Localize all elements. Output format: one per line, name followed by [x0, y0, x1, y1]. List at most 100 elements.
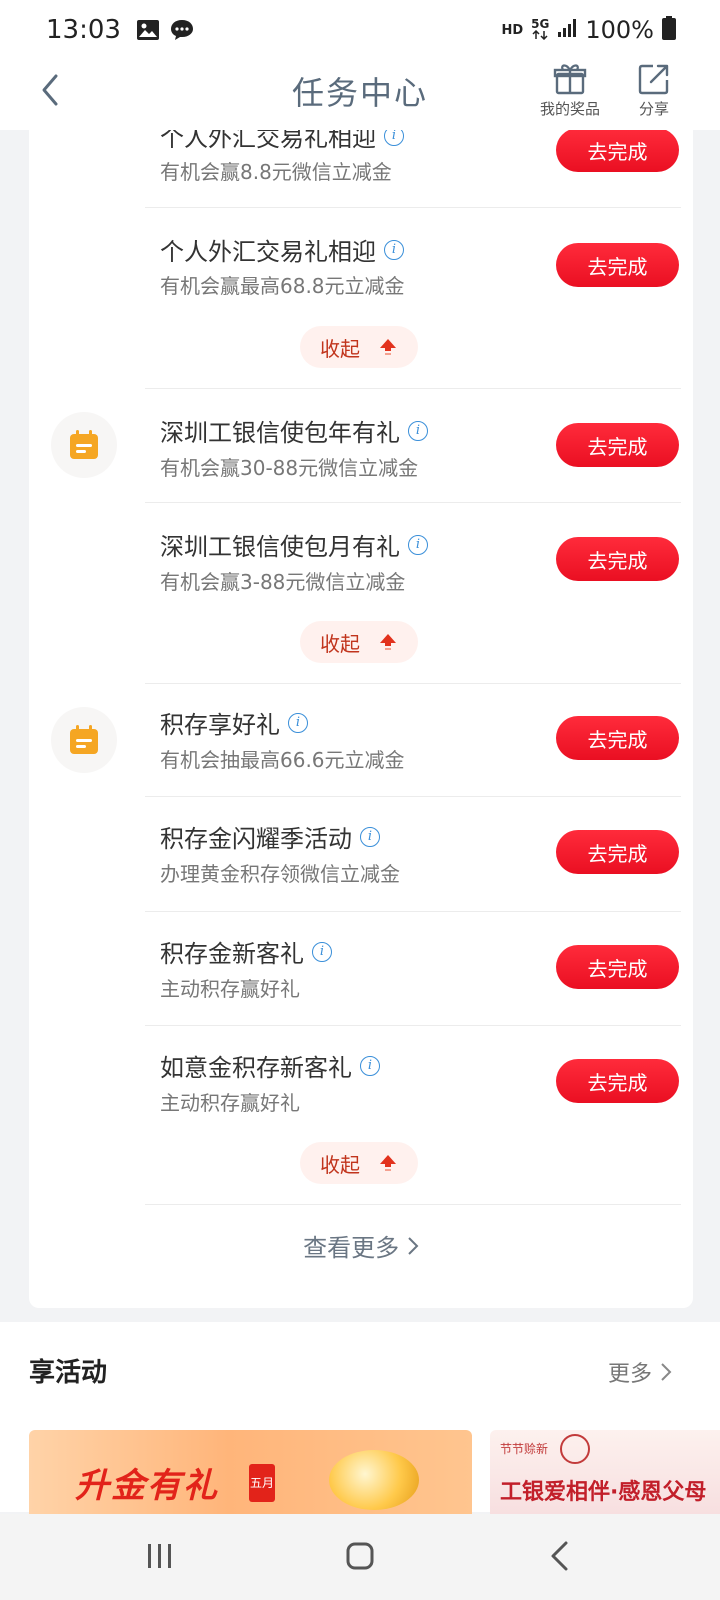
message-icon	[169, 18, 195, 42]
my-prizes-button[interactable]: 我的奖品	[530, 62, 610, 119]
page-title: 任务中心	[291, 74, 428, 112]
task-row: 个人外汇交易礼相迎 i 有机会赢8.8元微信立减金 去完成	[29, 130, 693, 208]
info-icon[interactable]: i	[408, 420, 428, 441]
info-icon[interactable]: i	[360, 826, 380, 847]
chevron-right-icon	[408, 1237, 419, 1255]
collapse-label: 收起	[320, 336, 360, 361]
collapse-button[interactable]: 收起	[300, 326, 418, 368]
task-row: 个人外汇交易礼相迎 i 有机会赢最高68.8元立减金 去完成	[29, 208, 693, 318]
banner-title: 升金有礼	[75, 1466, 219, 1506]
home-button[interactable]	[330, 1534, 390, 1578]
network-label: 5G	[531, 17, 550, 31]
task-title: 深圳工银信使包年有礼 i	[160, 413, 428, 448]
gold-coin-illustration	[329, 1450, 419, 1510]
task-title-text: 积存享好礼	[160, 711, 280, 739]
collapse-label: 收起	[320, 631, 360, 656]
task-row: 深圳工银信使包年有礼 i 有机会赢30-88元微信立减金 去完成	[29, 389, 693, 502]
activity-more-label: 更多	[607, 1362, 652, 1387]
go-complete-button[interactable]: 去完成	[556, 243, 679, 287]
anniversary-logo-icon	[560, 1434, 590, 1464]
collapse-label: 收起	[320, 1152, 360, 1177]
task-row: 深圳工银信使包月有礼 i 有机会赢3-88元微信立减金 去完成	[29, 503, 693, 616]
task-title: 个人外汇交易礼相迎 i	[160, 130, 404, 153]
banner-tag: 节节赊新	[500, 1442, 549, 1456]
gift-icon	[553, 64, 587, 95]
task-title-text: 如意金积存新客礼	[160, 1054, 352, 1082]
activity-title: 享活动	[29, 1358, 108, 1388]
status-right: HD 5G 100%	[501, 16, 676, 44]
task-subtitle: 办理黄金积存领微信立减金	[160, 862, 400, 886]
go-complete-button[interactable]: 去完成	[556, 830, 679, 874]
go-complete-button[interactable]: 去完成	[556, 537, 679, 581]
task-row: 积存金闪耀季活动 i 办理黄金积存领微信立减金 去完成	[29, 797, 693, 911]
info-icon[interactable]: i	[288, 712, 308, 733]
go-complete-button[interactable]: 去完成	[556, 945, 679, 989]
info-icon[interactable]: i	[360, 1055, 380, 1076]
signal-icon	[557, 18, 577, 42]
task-title-text: 深圳工银信使包月有礼	[160, 533, 400, 561]
task-title-text: 积存金新客礼	[160, 940, 304, 968]
gallery-icon	[135, 18, 161, 42]
info-icon[interactable]: i	[384, 130, 404, 146]
task-subtitle: 有机会抽最高66.6元立减金	[160, 748, 405, 772]
go-complete-button[interactable]: 去完成	[556, 423, 679, 467]
task-row: 积存金新客礼 i 主动积存赢好礼 去完成	[29, 912, 693, 1025]
back-arrow-icon	[551, 1541, 568, 1571]
system-nav-bar	[0, 1514, 720, 1600]
go-complete-button[interactable]: 去完成	[556, 130, 679, 172]
task-title: 个人外汇交易礼相迎 i	[160, 232, 404, 267]
recent-apps-icon	[148, 1544, 171, 1568]
arrow-up-icon	[380, 1155, 396, 1171]
banner-title: 工银爱相伴·感恩父母	[500, 1480, 707, 1505]
banner-month-tag: 五月	[249, 1464, 275, 1502]
divider	[145, 1204, 681, 1205]
info-icon[interactable]: i	[384, 239, 404, 260]
task-subtitle: 有机会赢最高68.8元立减金	[160, 274, 405, 298]
status-time: 13:03	[46, 15, 121, 45]
my-prizes-label: 我的奖品	[539, 100, 600, 118]
activity-more-link[interactable]: 更多	[608, 1356, 672, 1388]
task-title: 积存金新客礼 i	[160, 934, 332, 969]
battery-percent: 100%	[585, 16, 654, 44]
task-subtitle: 有机会赢8.8元微信立减金	[160, 160, 392, 184]
arrow-up-icon	[380, 634, 396, 650]
hd-indicator: HD	[501, 22, 524, 38]
task-title: 深圳工银信使包月有礼 i	[160, 527, 428, 562]
home-icon	[346, 1542, 374, 1570]
collapse-button[interactable]: 收起	[300, 621, 418, 663]
battery-icon	[662, 16, 676, 44]
chevron-right-icon	[661, 1363, 672, 1381]
go-complete-button[interactable]: 去完成	[556, 716, 679, 760]
arrow-up-icon	[380, 339, 396, 355]
task-list-card: 个人外汇交易礼相迎 i 有机会赢8.8元微信立减金 去完成 个人外汇交易礼相迎 i …	[29, 130, 693, 1308]
task-title: 积存金闪耀季活动 i	[160, 819, 380, 854]
task-subtitle: 有机会赢3-88元微信立减金	[160, 570, 406, 594]
share-icon	[638, 64, 669, 95]
task-row: 积存享好礼 i 有机会抽最高66.6元立减金 去完成	[29, 684, 693, 797]
share-button[interactable]: 分享	[614, 62, 694, 119]
task-subtitle: 主动积存赢好礼	[160, 977, 300, 1001]
task-title-text: 个人外汇交易礼相迎	[160, 130, 376, 152]
task-row: 如意金积存新客礼 i 主动积存赢好礼 去完成	[29, 1026, 693, 1139]
system-back-button[interactable]	[530, 1534, 590, 1578]
info-icon[interactable]: i	[312, 941, 332, 962]
share-label: 分享	[638, 100, 669, 118]
task-subtitle: 有机会赢30-88元微信立减金	[160, 456, 419, 480]
collapse-button[interactable]: 收起	[300, 1142, 418, 1184]
header: 任务中心 我的奖品 分享	[0, 60, 720, 130]
info-icon[interactable]: i	[408, 534, 428, 555]
view-more-label: 查看更多	[303, 1234, 400, 1262]
go-complete-button[interactable]: 去完成	[556, 1059, 679, 1103]
network-5g-indicator: 5G	[531, 18, 549, 42]
view-more-link[interactable]: 查看更多	[29, 1228, 693, 1263]
status-bar: 13:03 HD 5G 100%	[0, 0, 720, 60]
data-arrows-icon	[532, 29, 548, 41]
recent-apps-button[interactable]	[130, 1534, 190, 1578]
task-subtitle: 主动积存赢好礼	[160, 1091, 300, 1115]
activity-banner-parents[interactable]: 节节赊新 工银爱相伴·感恩父母	[490, 1430, 720, 1514]
task-title-text: 积存金闪耀季活动	[160, 825, 352, 853]
activity-section: 享活动 更多 升金有礼 五月 节节赊新 工银爱相伴·感恩父母	[0, 1322, 720, 1514]
task-title: 如意金积存新客礼 i	[160, 1048, 380, 1083]
activity-banner-gold[interactable]: 升金有礼 五月	[29, 1430, 472, 1514]
task-title: 积存享好礼 i	[160, 705, 308, 740]
